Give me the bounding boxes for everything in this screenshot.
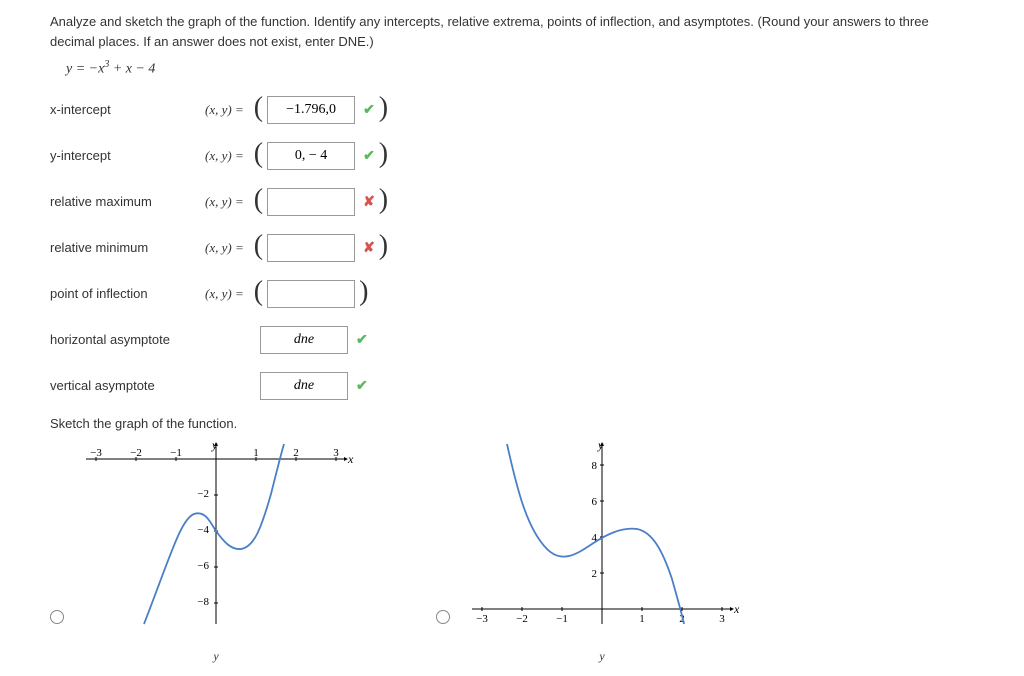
- svg-text:−6: −6: [197, 560, 209, 572]
- vertical-asymptote-label: vertical asymptote: [50, 378, 260, 393]
- x-intercept-input[interactable]: [267, 96, 355, 124]
- check-icon: ✔: [363, 101, 375, 118]
- svg-text:−3: −3: [476, 613, 488, 625]
- row-vertical-asymptote: vertical asymptote ✔: [50, 370, 974, 402]
- point-of-inflection-label: point of inflection: [50, 286, 205, 301]
- function-equation: y = −x3 + x − 4: [66, 59, 974, 78]
- question-text: Analyze and sketch the graph of the func…: [50, 12, 974, 51]
- svg-text:x: x: [347, 452, 354, 466]
- vertical-asymptote-input[interactable]: [260, 372, 348, 400]
- check-icon: ✔: [363, 147, 375, 164]
- graph-option-2: y x −3 −2 −1 1 2 3 2: [436, 439, 742, 664]
- xy-equals: (x, y) =: [205, 102, 244, 118]
- relative-maximum-label: relative maximum: [50, 194, 205, 209]
- relative-maximum-input[interactable]: [267, 188, 355, 216]
- row-point-of-inflection: point of inflection (x, y) = ( ): [50, 278, 974, 310]
- graph-option-1: y x −3 −2 −1 1 2 3 −2: [50, 439, 356, 664]
- svg-text:−8: −8: [197, 596, 209, 608]
- y-intercept-input[interactable]: [267, 142, 355, 170]
- cross-icon: ✘: [363, 193, 375, 210]
- svg-text:1: 1: [639, 613, 645, 625]
- graph-2-bottom-label: y: [462, 649, 742, 664]
- svg-text:2: 2: [592, 568, 598, 580]
- svg-text:−4: −4: [197, 524, 209, 536]
- horizontal-asymptote-input[interactable]: [260, 326, 348, 354]
- svg-text:y: y: [597, 439, 604, 452]
- xy-equals: (x, y) =: [205, 286, 244, 302]
- svg-text:y: y: [211, 439, 218, 452]
- svg-text:x: x: [733, 602, 740, 616]
- graph-1-radio[interactable]: [50, 610, 64, 624]
- svg-text:3: 3: [719, 613, 725, 625]
- row-relative-maximum: relative maximum (x, y) = ( ✘ ): [50, 186, 974, 218]
- graphs-row: y x −3 −2 −1 1 2 3 −2: [50, 439, 974, 664]
- graph-1-bottom-label: y: [76, 649, 356, 664]
- relative-minimum-input[interactable]: [267, 234, 355, 262]
- svg-text:8: 8: [592, 460, 598, 472]
- cross-icon: ✘: [363, 239, 375, 256]
- graph-2-svg: y x −3 −2 −1 1 2 3 2: [462, 439, 742, 629]
- svg-text:6: 6: [592, 496, 598, 508]
- graph-2-radio[interactable]: [436, 610, 450, 624]
- x-intercept-label: x-intercept: [50, 102, 205, 117]
- xy-equals: (x, y) =: [205, 148, 244, 164]
- graph-1-svg: y x −3 −2 −1 1 2 3 −2: [76, 439, 356, 629]
- check-icon: ✔: [356, 377, 368, 394]
- row-relative-minimum: relative minimum (x, y) = ( ✘ ): [50, 232, 974, 264]
- row-horizontal-asymptote: horizontal asymptote ✔: [50, 324, 974, 356]
- point-of-inflection-input[interactable]: [267, 280, 355, 308]
- sketch-label: Sketch the graph of the function.: [50, 416, 974, 431]
- horizontal-asymptote-label: horizontal asymptote: [50, 332, 260, 347]
- xy-equals: (x, y) =: [205, 240, 244, 256]
- svg-text:−2: −2: [197, 488, 209, 500]
- row-y-intercept: y-intercept (x, y) = ( ✔ ): [50, 140, 974, 172]
- relative-minimum-label: relative minimum: [50, 240, 205, 255]
- svg-text:−1: −1: [556, 613, 568, 625]
- svg-text:−2: −2: [516, 613, 528, 625]
- check-icon: ✔: [356, 331, 368, 348]
- y-intercept-label: y-intercept: [50, 148, 205, 163]
- xy-equals: (x, y) =: [205, 194, 244, 210]
- row-x-intercept: x-intercept (x, y) = ( ✔ ): [50, 94, 974, 126]
